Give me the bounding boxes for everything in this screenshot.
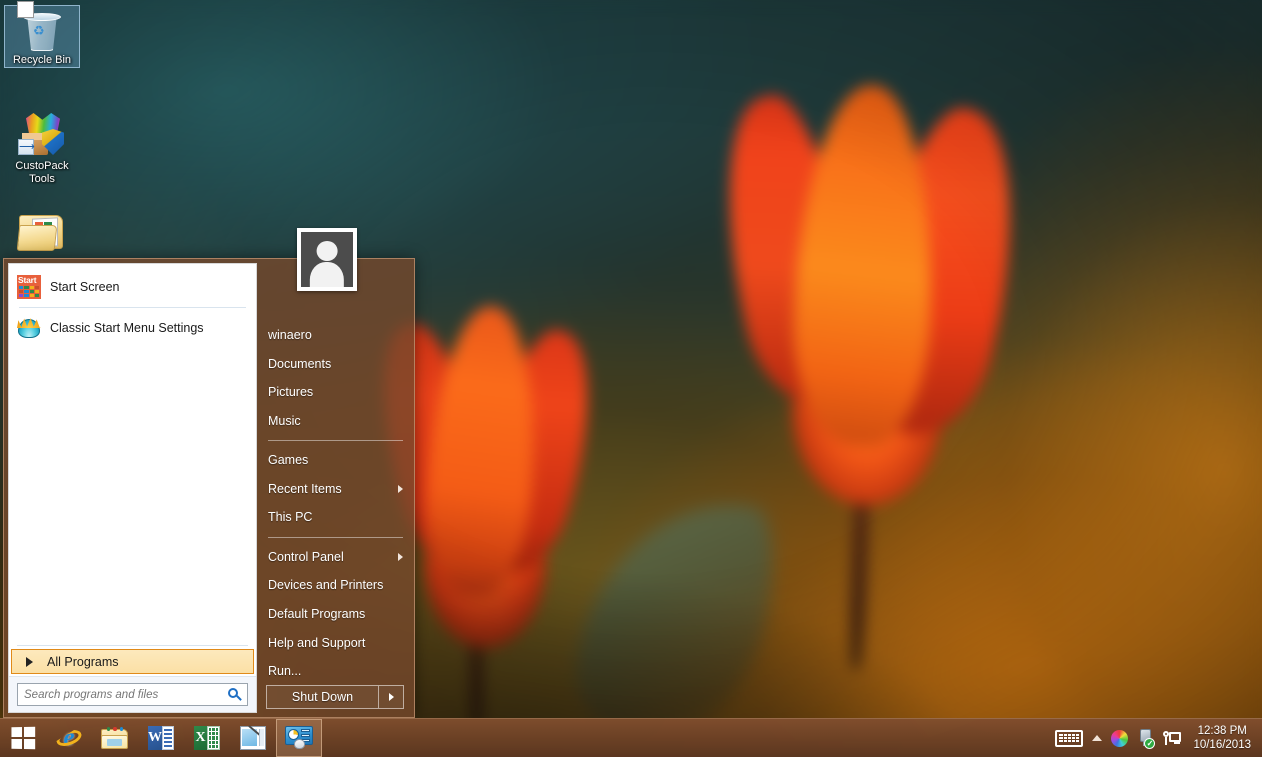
search-area [9,676,256,712]
start-menu-left-panel: Start Start Screen Classic Start Menu Se… [8,263,257,713]
right-item-label: Default Programs [268,607,366,622]
right-item-winaero[interactable]: winaero [257,321,412,350]
right-item-label: Run... [268,664,302,679]
taskbar-button-control-panel[interactable] [276,719,322,757]
control-panel-icon [285,726,313,750]
color-wheel-icon[interactable] [1111,729,1129,747]
taskbar-buttons: e W X [0,719,322,757]
right-item-label: Documents [268,356,332,371]
classic-start-menu: Start Start Screen Classic Start Menu Se… [3,258,415,718]
right-item-control-panel[interactable]: Control Panel [257,543,412,572]
right-item-recent-items[interactable]: Recent Items [257,475,412,504]
taskbar-button-excel[interactable]: X [184,719,230,757]
program-list: Start Start Screen Classic Start Menu Se… [9,264,256,345]
taskbar: e W X ✓ 12:38 PM 10/16/2013 [0,718,1262,757]
right-item-pictures[interactable]: Pictures [257,378,412,407]
shutdown-row: Shut Down [266,685,404,709]
safely-remove-hardware-icon[interactable]: ✓ [1137,728,1156,749]
folder-icon [4,208,80,256]
right-item-label: Music [268,413,301,428]
program-list-separator [19,307,246,308]
taskbar-button-paint[interactable] [230,719,276,757]
chevron-right-icon [398,552,403,561]
user-avatar[interactable] [297,228,357,291]
start-menu-item-label: Classic Start Menu Settings [50,321,204,335]
file-explorer-icon [101,727,129,750]
right-item-devices-and-printers[interactable]: Devices and Printers [257,571,412,600]
chevron-right-icon [388,693,394,702]
desktop: ♻ Recycle Bin ⟶ CustoPack Tools Start St… [0,0,1262,757]
shutdown-options-button[interactable] [379,685,404,709]
right-item-run[interactable]: Run... [257,657,412,686]
show-hidden-icons-chevron[interactable] [1092,735,1103,741]
right-item-music[interactable]: Music [257,407,412,436]
microsoft-excel-icon: X [194,726,220,750]
desktop-icon-recycle-bin[interactable]: ♻ Recycle Bin [4,1,80,68]
clock-date: 10/16/2013 [1193,739,1251,751]
right-panel-separator [268,440,403,442]
chevron-right-icon [398,484,403,493]
chevron-right-icon [26,656,33,667]
taskbar-button-word[interactable]: W [138,719,184,757]
microsoft-word-icon: W [148,726,174,750]
classic-shell-icon [17,317,41,339]
search-icon [227,687,243,703]
user-avatar-icon [301,232,353,287]
search-input[interactable] [24,688,227,701]
internet-explorer-icon: e [56,725,82,751]
taskbar-button-file-explorer[interactable] [92,719,138,757]
start-menu-item-label: Start Screen [50,280,120,294]
shutdown-button[interactable]: Shut Down [266,685,379,709]
desktop-icon-custopack-tools[interactable]: ⟶ CustoPack Tools [4,112,80,186]
taskbar-clock[interactable]: 12:38 PM 10/16/2013 [1190,724,1256,752]
taskbar-button-internet-explorer[interactable]: e [46,719,92,757]
right-item-label: Pictures [268,385,314,400]
touch-keyboard-icon[interactable] [1055,729,1084,747]
network-icon[interactable] [1163,730,1182,747]
shutdown-label: Shut Down [291,690,354,705]
windows-logo-icon [11,726,36,750]
right-item-label: Recent Items [268,481,342,496]
program-list-empty-area [9,345,256,645]
desktop-icon-label: Recycle Bin [12,54,72,66]
system-tray: ✓ 12:38 PM 10/16/2013 [1055,719,1262,757]
right-item-label: This PC [268,510,313,525]
right-item-label: Control Panel [268,549,344,564]
right-item-help-and-support[interactable]: Help and Support [257,628,412,657]
right-item-label: Devices and Printers [268,578,384,593]
right-item-label: Help and Support [268,635,366,650]
all-programs-separator [17,645,248,646]
right-item-games[interactable]: Games [257,446,412,475]
start-screen-tile-icon: Start [17,275,41,299]
right-item-label: winaero [268,328,312,343]
custopack-tools-icon: ⟶ [4,112,80,160]
right-item-documents[interactable]: Documents [257,350,412,379]
right-panel-separator [268,536,403,538]
right-item-label: Games [268,453,309,468]
desktop-icon-label: CustoPack Tools [15,160,69,185]
all-programs-button[interactable]: All Programs [11,649,254,674]
right-item-default-programs[interactable]: Default Programs [257,600,412,629]
search-box[interactable] [17,683,248,706]
start-menu-item-classic-start-menu-settings[interactable]: Classic Start Menu Settings [9,311,256,345]
start-menu-item-start-screen[interactable]: Start Start Screen [9,270,256,304]
desktop-icon-folder[interactable] [4,208,80,256]
right-item-this-pc[interactable]: This PC [257,503,412,532]
taskbar-start-button[interactable] [0,719,46,757]
all-programs-label: All Programs [47,654,119,669]
start-menu-right-panel: winaero Documents Pictures Music Games R… [257,259,412,717]
clock-time: 12:38 PM [1197,725,1247,737]
paint-icon [240,725,266,750]
recycle-bin-icon: ♻ [5,1,79,54]
